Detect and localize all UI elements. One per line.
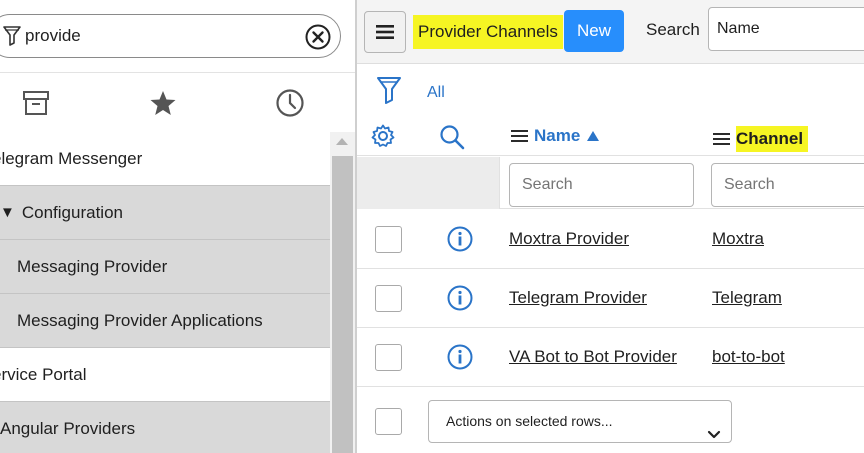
column-header-name-label: Name	[534, 126, 581, 145]
column-header-channel[interactable]: Channel	[713, 126, 809, 152]
nav-item-label: Messaging Provider Applications	[17, 310, 263, 330]
search-icon[interactable]	[439, 124, 465, 155]
actions-select-label: Actions on selected rows...	[446, 413, 613, 429]
clear-filter-icon[interactable]	[305, 24, 331, 55]
nav-item-configuration[interactable]: ▼ Configuration	[0, 186, 330, 240]
nav-item-label: ervice Portal	[0, 364, 87, 384]
row-channel-link[interactable]: Telegram	[712, 288, 782, 308]
select-all-checkbox[interactable]	[375, 408, 402, 435]
search-row-spacer	[357, 157, 500, 209]
name-column-search-input[interactable]	[509, 163, 694, 207]
column-header-channel-label: Channel	[736, 126, 809, 152]
column-menu-icon[interactable]	[511, 127, 528, 145]
nav-item-label: Configuration	[21, 202, 123, 222]
channel-column-search-input[interactable]	[711, 163, 864, 207]
info-icon[interactable]	[447, 344, 473, 375]
navigator-scrollbar[interactable]	[330, 132, 355, 453]
chevron-down-icon	[707, 415, 721, 453]
table-row: Telegram Provider Telegram	[357, 269, 864, 328]
filter-breadcrumb-row: All	[357, 64, 864, 116]
column-header-name[interactable]: Name	[511, 126, 600, 146]
navigator-filter	[0, 14, 341, 58]
column-search-row	[357, 157, 864, 209]
sort-ascending-icon	[587, 131, 600, 141]
nav-item-label: elegram Messenger	[0, 148, 143, 168]
hamburger-icon	[376, 25, 394, 39]
list-actions-row: Actions on selected rows...	[357, 392, 864, 453]
row-checkbox[interactable]	[375, 285, 402, 312]
row-name-link[interactable]: VA Bot to Bot Provider	[509, 347, 677, 367]
breadcrumb-all[interactable]: All	[427, 84, 445, 102]
scrollbar-thumb[interactable]	[332, 156, 353, 453]
navigator-tabs	[0, 72, 355, 132]
clock-icon[interactable]	[274, 87, 306, 119]
nav-item-label: Messaging Provider	[17, 256, 168, 276]
star-icon[interactable]	[147, 87, 179, 119]
filter-icon	[3, 25, 21, 52]
application-navigator: elegram Messenger ▼ Configuration Messag…	[0, 0, 355, 453]
row-name-link[interactable]: Telegram Provider	[509, 288, 647, 308]
navigator-filter-input[interactable]	[25, 23, 285, 49]
gear-icon[interactable]	[371, 124, 395, 153]
nav-item-messaging-provider[interactable]: Messaging Provider	[0, 240, 330, 294]
filter-icon[interactable]	[376, 76, 402, 111]
archive-icon[interactable]	[20, 87, 52, 119]
nav-item-service-portal[interactable]: ervice Portal	[0, 348, 330, 402]
table-row: VA Bot to Bot Provider bot-to-bot	[357, 328, 864, 387]
nav-item-angular-providers[interactable]: Angular Providers	[0, 402, 330, 453]
search-label: Search	[646, 20, 700, 39]
new-button[interactable]: New	[564, 10, 624, 52]
list-title: Provider Channels	[413, 15, 563, 49]
nav-item-label: Angular Providers	[0, 418, 136, 438]
column-menu-icon[interactable]	[713, 130, 730, 148]
search-field-select[interactable]: Name	[708, 7, 864, 51]
scroll-up-arrow-icon[interactable]	[336, 138, 348, 145]
row-channel-link[interactable]: Moxtra	[712, 229, 764, 249]
navigator-list: elegram Messenger ▼ Configuration Messag…	[0, 132, 330, 453]
row-channel-link[interactable]: bot-to-bot	[712, 347, 785, 367]
list-header: Provider Channels New Search Name	[357, 0, 864, 64]
row-checkbox[interactable]	[375, 344, 402, 371]
actions-select[interactable]: Actions on selected rows...	[428, 400, 732, 443]
list-view: Provider Channels New Search Name All Na…	[357, 0, 864, 453]
column-header-row: Name Channel	[357, 116, 864, 156]
expand-triangle-icon[interactable]: ▼	[0, 204, 15, 221]
info-icon[interactable]	[447, 285, 473, 316]
nav-item-messaging-provider-applications[interactable]: Messaging Provider Applications	[0, 294, 330, 348]
row-name-link[interactable]: Moxtra Provider	[509, 229, 629, 249]
row-checkbox[interactable]	[375, 226, 402, 253]
list-menu-button[interactable]	[364, 11, 406, 53]
table-row: Moxtra Provider Moxtra	[357, 210, 864, 269]
nav-item-telegram-messenger[interactable]: elegram Messenger	[0, 132, 330, 186]
info-icon[interactable]	[447, 226, 473, 257]
